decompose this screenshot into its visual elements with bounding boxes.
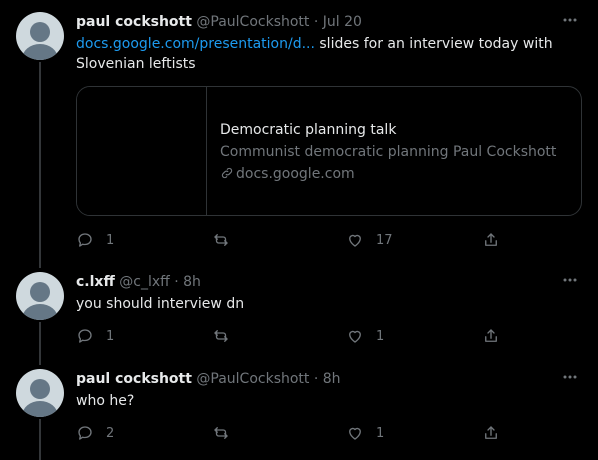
share-button[interactable] [482, 230, 500, 250]
tweet-header: c.lxff @c_lxff · 8h [76, 272, 201, 292]
more-icon[interactable] [558, 12, 582, 32]
link-icon [221, 167, 233, 179]
like-count: 17 [376, 232, 393, 248]
reply-button[interactable]: 1 [76, 326, 114, 346]
tweet-actions: 1 17 [76, 230, 506, 250]
like-button[interactable]: 1 [346, 326, 384, 346]
timestamp[interactable]: 8h [323, 371, 341, 387]
retweet-icon [214, 427, 228, 439]
avatar[interactable] [16, 369, 64, 417]
author-handle[interactable]: @PaulCockshott [196, 14, 309, 30]
share-icon [485, 426, 497, 439]
like-button[interactable]: 17 [346, 230, 393, 250]
author-name[interactable]: paul cockshott [76, 14, 192, 30]
retweet-button[interactable] [212, 423, 242, 443]
heart-icon [349, 427, 361, 440]
tweet[interactable]: paul cockshott @PaulCockshott · Jul 20 d… [0, 12, 598, 252]
tweet-actions: 2 1 [76, 423, 506, 443]
author-handle[interactable]: @c_lxff [119, 274, 170, 290]
reply-button[interactable]: 1 [76, 230, 114, 250]
reply-count: 2 [106, 425, 115, 441]
author-name[interactable]: paul cockshott [76, 371, 192, 387]
share-icon [485, 233, 497, 246]
reply-icon [78, 233, 92, 247]
card-domain-text: docs.google.com [236, 166, 355, 182]
tweet-actions: 1 1 [76, 326, 506, 346]
timestamp[interactable]: Jul 20 [323, 14, 362, 30]
retweet-button[interactable] [212, 230, 242, 250]
card-title: Democratic planning talk [220, 122, 397, 138]
tweet[interactable]: c.lxff @c_lxff · 8h you should interview… [0, 272, 598, 348]
tweet-text: who he? [76, 393, 135, 409]
avatar[interactable] [16, 272, 64, 320]
share-icon [485, 329, 497, 342]
separator: · [313, 371, 319, 387]
like-count: 1 [376, 328, 385, 344]
avatar[interactable] [16, 12, 64, 60]
tweet[interactable]: paul cockshott @PaulCockshott · 8h who h… [0, 369, 598, 445]
tweet-header: paul cockshott @PaulCockshott · Jul 20 [76, 12, 362, 32]
author-name[interactable]: c.lxff [76, 274, 115, 290]
tweet-link[interactable]: docs.google.com/presentation/d... [76, 36, 315, 52]
reply-count: 1 [106, 232, 115, 248]
like-count: 1 [376, 425, 385, 441]
retweet-button[interactable] [212, 326, 242, 346]
reply-button[interactable]: 2 [76, 423, 114, 443]
like-button[interactable]: 1 [346, 423, 384, 443]
more-icon[interactable] [558, 272, 582, 292]
tweet-text: docs.google.com/presentation/d... slides… [76, 34, 576, 74]
separator: · [174, 274, 179, 290]
card-domain: docs.google.com [220, 165, 355, 183]
link-card[interactable]: Democratic planning talk Communist democ… [76, 86, 582, 216]
reply-icon [78, 426, 92, 440]
retweet-icon [214, 330, 228, 342]
heart-icon [349, 330, 361, 343]
heart-icon [349, 234, 361, 247]
reply-count: 1 [106, 328, 115, 344]
author-handle[interactable]: @PaulCockshott [196, 371, 309, 387]
retweet-icon [214, 234, 228, 246]
share-button[interactable] [482, 326, 500, 346]
separator: · [313, 14, 319, 30]
share-button[interactable] [482, 423, 500, 443]
timestamp[interactable]: 8h [183, 274, 201, 290]
reply-icon [78, 329, 92, 343]
card-thumbnail [77, 87, 207, 215]
tweet-header: paul cockshott @PaulCockshott · 8h [76, 369, 341, 389]
tweet-text: you should interview dn [76, 296, 245, 312]
card-description: Communist democratic planning Paul Cocks… [220, 144, 557, 160]
more-icon[interactable] [558, 369, 582, 389]
